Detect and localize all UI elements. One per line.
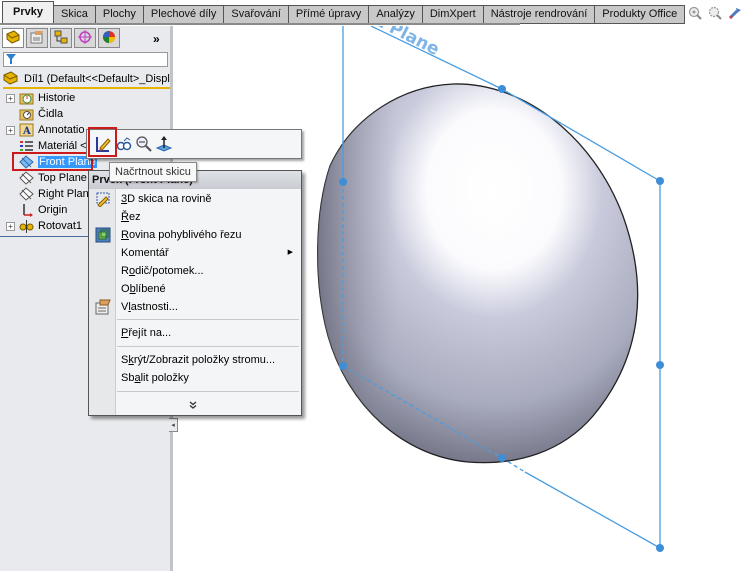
expand-toggle[interactable]: + <box>6 221 15 231</box>
plane-label: Front Plane <box>335 26 442 60</box>
expand-toggle[interactable]: + <box>6 93 15 103</box>
tab-plochy[interactable]: Plochy <box>95 5 144 24</box>
tree-filter-input[interactable] <box>3 52 168 67</box>
previous-view-icon[interactable] <box>728 6 742 20</box>
tree-item-rotovat1[interactable]: + Rotovat1 <box>6 218 82 234</box>
tree-item-origin[interactable]: Origin <box>6 202 67 218</box>
tab-svarovani[interactable]: Svařování <box>224 5 289 24</box>
plane-handle <box>656 361 664 369</box>
menu-item-komentar[interactable]: Komentář ▶ <box>89 244 301 262</box>
context-menu: Prvek (Front Plane) 3D skica na rovině Ř… <box>88 170 302 416</box>
part-icon <box>3 71 19 87</box>
tab-strip: Prvky Skica Plochy Plechové díly Svařová… <box>0 0 686 24</box>
configuration-manager-tab[interactable] <box>50 28 72 48</box>
menu-item-vlastnosti[interactable]: Vlastnosti... <box>89 298 301 316</box>
menu-item-section-plane[interactable]: Rovina pohyblivého řezu <box>89 226 301 244</box>
sketch-button-highlight <box>88 127 117 157</box>
view-toolbar <box>688 6 742 20</box>
plane-handle <box>656 177 664 185</box>
tree-root-label: Díl1 (Default<<Default>_Displa <box>24 73 170 85</box>
menu-item-prejit-na[interactable]: Přejít na... <box>89 324 301 342</box>
tree-item-top-plane[interactable]: Top Plane <box>6 170 87 186</box>
tree-root-part[interactable]: Díl1 (Default<<Default>_Displa <box>3 71 170 89</box>
menu-item-parent-child[interactable]: Rodič/potomek... <box>89 262 301 280</box>
expand-toggle[interactable]: + <box>6 125 15 135</box>
menu-separator <box>117 346 299 347</box>
zoom-to-fit-icon[interactable] <box>688 6 702 20</box>
tab-analyzy[interactable]: Analýzy <box>369 5 423 24</box>
zoom-to-area-icon[interactable] <box>708 6 722 20</box>
featuremanager-tree-icon <box>5 29 21 47</box>
plane-handle <box>339 362 347 370</box>
panel-tabs <box>2 28 120 50</box>
history-folder-icon <box>19 91 34 106</box>
hide-show-icon[interactable] <box>115 135 133 153</box>
panel-collapse-handle[interactable]: ◂ <box>169 418 178 432</box>
sensors-folder-icon <box>19 107 34 122</box>
svg-text:A: A <box>22 126 31 137</box>
filter-icon <box>6 54 16 68</box>
origin-icon <box>19 203 34 218</box>
tree-item-right-plane[interactable]: Right Plane <box>6 186 95 202</box>
dimxpert-manager-tab[interactable] <box>74 28 96 48</box>
configuration-manager-icon <box>53 30 69 47</box>
tab-nastroje-rendrovani[interactable]: Nástroje rendrování <box>483 5 596 24</box>
tab-underline <box>0 23 520 25</box>
menu-separator <box>117 391 299 392</box>
tab-plechove-dily[interactable]: Plechové díly <box>143 5 225 24</box>
normal-to-icon[interactable] <box>155 135 173 153</box>
tab-prime-upravy[interactable]: Přímé úpravy <box>288 5 370 24</box>
menu-item-rez[interactable]: Řez <box>89 208 301 226</box>
tree-item-historie[interactable]: + Historie <box>6 90 75 106</box>
menu-item-hide-show-tree-items[interactable]: Skrýt/Zobrazit položky stromu... <box>89 351 301 369</box>
plane-icon <box>19 186 34 202</box>
submenu-arrow-icon: ▶ <box>287 249 293 256</box>
featuremanager-tree-tab[interactable] <box>2 28 24 48</box>
section-plane-icon <box>95 227 111 243</box>
plane-handle <box>498 454 506 462</box>
more-tabs-button[interactable]: » <box>153 32 160 46</box>
dimxpert-manager-icon <box>77 29 93 47</box>
menu-separator <box>117 319 299 320</box>
revolve-icon <box>19 219 34 234</box>
tab-prvky[interactable]: Prvky <box>2 1 54 24</box>
tree-item-cidla[interactable]: Čidla <box>6 106 63 122</box>
plane-icon <box>19 170 34 186</box>
selection-highlight-box <box>12 152 93 171</box>
display-manager-icon <box>101 30 117 47</box>
zoom-to-selection-icon[interactable] <box>135 135 153 153</box>
property-manager-tab[interactable] <box>26 28 48 48</box>
menu-item-collapse-items[interactable]: Sbalit položky <box>89 369 301 387</box>
plane-handle <box>498 85 506 93</box>
display-manager-tab[interactable] <box>98 28 120 48</box>
tab-produkty-office[interactable]: Produkty Office <box>595 5 686 24</box>
tab-skica[interactable]: Skica <box>53 5 96 24</box>
plane-handle <box>339 178 347 186</box>
tooltip: Načrtnout skicu <box>109 162 197 182</box>
tree-item-annotations[interactable]: + A Annotatio <box>6 122 84 138</box>
command-manager: Prvky Skica Plochy Plechové díly Svařová… <box>0 0 750 26</box>
plane-handle <box>656 544 664 552</box>
property-manager-icon <box>29 30 45 47</box>
annotations-icon: A <box>19 123 34 138</box>
expand-menu-chevron-icon[interactable] <box>189 401 197 412</box>
3d-sketch-icon <box>95 191 111 208</box>
menu-item-3d-sketch[interactable]: 3D skica na rovině <box>89 190 301 208</box>
context-toolbar <box>86 129 302 159</box>
menu-item-oblibene[interactable]: Oblíbené <box>89 280 301 298</box>
properties-icon <box>95 299 111 315</box>
tab-dimxpert[interactable]: DimXpert <box>422 5 484 24</box>
